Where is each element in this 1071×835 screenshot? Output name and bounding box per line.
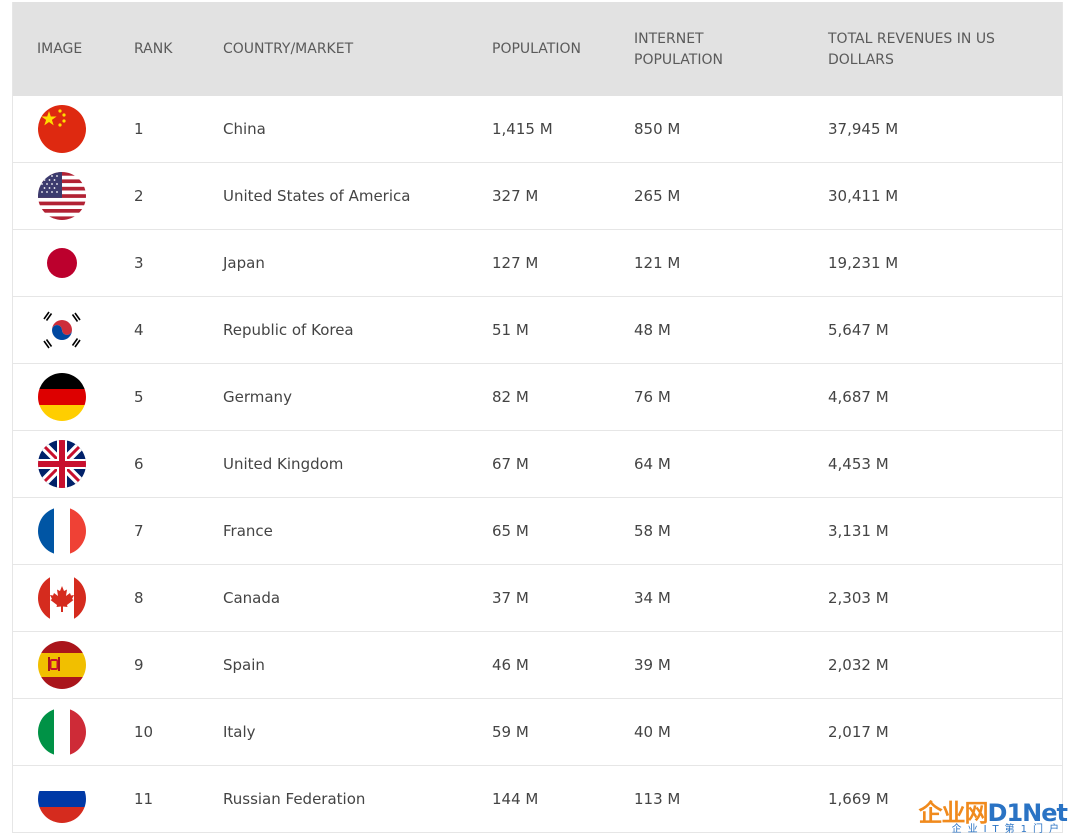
rank-cell: 1 [134, 120, 144, 138]
rank-cell: 9 [134, 656, 144, 674]
rank-cell: 7 [134, 522, 144, 540]
header-population: POPULATION [492, 41, 581, 57]
table-row: 9 Spain 46 M 39 M 2,032 M [13, 632, 1062, 699]
uk-flag-icon [38, 440, 86, 488]
watermark-logo: 企业网D1Net 企业IT第1门户 [907, 793, 1068, 835]
spain-flag-icon [38, 641, 86, 689]
france-flag-icon [38, 507, 86, 555]
internet-population-cell: 121 M [634, 254, 681, 272]
table-row: 1 China 1,415 M 850 M 37,945 M [13, 96, 1062, 163]
internet-population-cell: 64 M [634, 455, 671, 473]
table-row: 4 Republic of Korea 51 M 48 M 5,647 M [13, 297, 1062, 364]
table-row: 11 Russian Federation 144 M 113 M 1,669 M [13, 766, 1062, 833]
rank-cell: 4 [134, 321, 144, 339]
population-cell: 51 M [492, 321, 529, 339]
population-cell: 1,415 M [492, 120, 553, 138]
country-cell: Germany [223, 388, 292, 406]
internet-population-cell: 34 M [634, 589, 671, 607]
internet-population-cell: 39 M [634, 656, 671, 674]
table-header: IMAGE RANK COUNTRY/MARKET POPULATION INT… [13, 2, 1062, 96]
internet-population-cell: 48 M [634, 321, 671, 339]
revenue-cell: 3,131 M [828, 522, 889, 540]
rank-cell: 8 [134, 589, 144, 607]
header-revenue: TOTAL REVENUES IN US DOLLARS [828, 29, 995, 71]
country-cell: United States of America [223, 187, 411, 205]
revenue-cell: 5,647 M [828, 321, 889, 339]
revenue-cell: 30,411 M [828, 187, 899, 205]
table-row: 8 Canada 37 M 34 M 2,303 M [13, 565, 1062, 632]
italy-flag-icon [38, 708, 86, 756]
rank-cell: 3 [134, 254, 144, 272]
population-cell: 59 M [492, 723, 529, 741]
korea-flag-icon [38, 306, 86, 354]
country-cell: Russian Federation [223, 790, 366, 808]
rank-cell: 6 [134, 455, 144, 473]
header-revenue-line2: DOLLARS [828, 52, 894, 68]
usa-flag-icon [38, 172, 86, 220]
japan-flag-icon [38, 239, 86, 287]
header-revenue-line1: TOTAL REVENUES IN US [828, 31, 995, 47]
header-rank: RANK [134, 41, 173, 57]
header-internet-population: INTERNET POPULATION [634, 29, 723, 71]
revenue-cell: 19,231 M [828, 254, 899, 272]
population-cell: 327 M [492, 187, 539, 205]
population-cell: 65 M [492, 522, 529, 540]
internet-population-cell: 58 M [634, 522, 671, 540]
country-cell: Canada [223, 589, 281, 607]
revenue-cell: 2,303 M [828, 589, 889, 607]
rank-cell: 11 [134, 790, 154, 808]
countries-table: IMAGE RANK COUNTRY/MARKET POPULATION INT… [12, 2, 1063, 833]
rank-cell: 10 [134, 723, 154, 741]
population-cell: 46 M [492, 656, 529, 674]
revenue-cell: 4,453 M [828, 455, 889, 473]
table-body: 1 China 1,415 M 850 M 37,945 M 2 United States… [13, 96, 1062, 833]
china-flag-icon [38, 105, 86, 153]
revenue-cell: 1,669 M [828, 790, 889, 808]
internet-population-cell: 113 M [634, 790, 681, 808]
population-cell: 82 M [492, 388, 529, 406]
header-image: IMAGE [37, 41, 83, 57]
internet-population-cell: 850 M [634, 120, 681, 138]
country-cell: Republic of Korea [223, 321, 354, 339]
population-cell: 67 M [492, 455, 529, 473]
country-cell: Italy [223, 723, 256, 741]
header-country: COUNTRY/MARKET [223, 41, 354, 57]
rank-cell: 5 [134, 388, 144, 406]
internet-population-cell: 265 M [634, 187, 681, 205]
header-internet-line1: INTERNET [634, 31, 704, 47]
table-row: 5 Germany 82 M 76 M 4,687 M [13, 364, 1062, 431]
table-row: 7 France 65 M 58 M 3,131 M [13, 498, 1062, 565]
internet-population-cell: 40 M [634, 723, 671, 741]
table-row: 6 United Kingdom 67 M 64 M 4,453 M [13, 431, 1062, 498]
watermark-sub: 企业IT第1门户 [951, 824, 1065, 835]
header-internet-line2: POPULATION [634, 52, 723, 68]
internet-population-cell: 76 M [634, 388, 671, 406]
revenue-cell: 4,687 M [828, 388, 889, 406]
country-cell: United Kingdom [223, 455, 344, 473]
revenue-cell: 2,017 M [828, 723, 889, 741]
canada-flag-icon [38, 574, 86, 622]
revenue-cell: 2,032 M [828, 656, 889, 674]
country-cell: France [223, 522, 273, 540]
population-cell: 144 M [492, 790, 539, 808]
population-cell: 127 M [492, 254, 539, 272]
country-cell: Spain [223, 656, 265, 674]
revenue-cell: 37,945 M [828, 120, 899, 138]
table-row: 10 Italy 59 M 40 M 2,017 M [13, 699, 1062, 766]
population-cell: 37 M [492, 589, 529, 607]
country-cell: Japan [223, 254, 265, 272]
rank-cell: 2 [134, 187, 144, 205]
russia-flag-icon [38, 775, 86, 823]
germany-flag-icon [38, 373, 86, 421]
table-row: 3 Japan 127 M 121 M 19,231 M [13, 230, 1062, 297]
table-row: 2 United States of America 327 M 265 M 30,41… [13, 163, 1062, 230]
country-cell: China [223, 120, 266, 138]
